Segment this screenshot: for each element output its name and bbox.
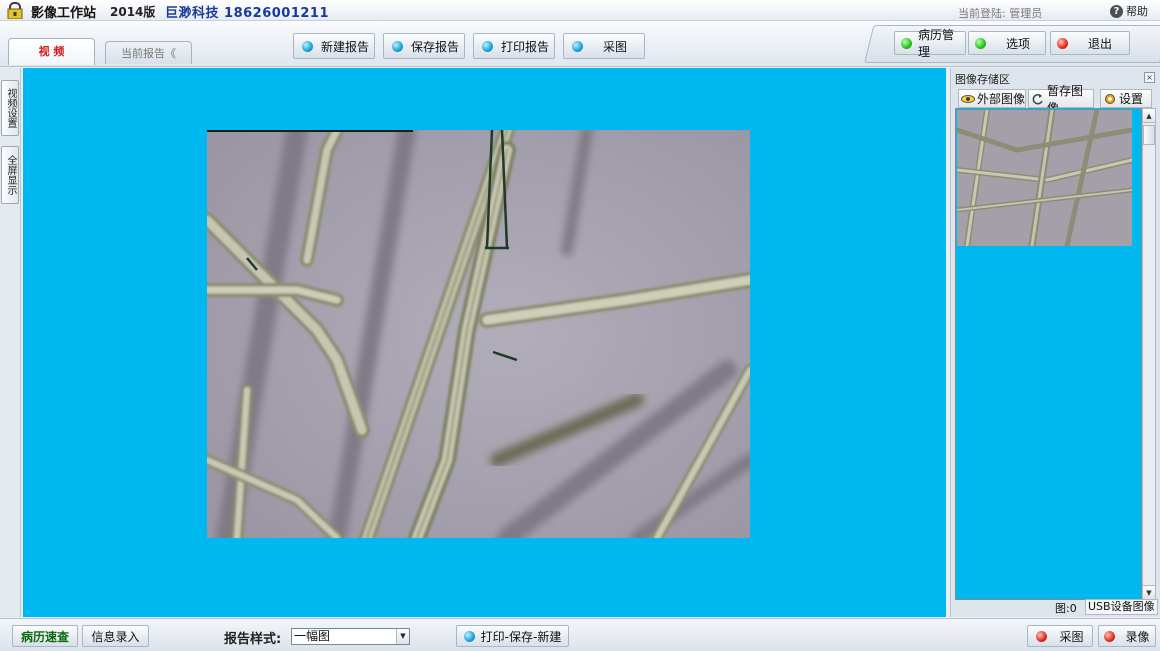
scroll-down-icon[interactable]: ▼ [1143, 585, 1155, 599]
print-report-icon [482, 40, 493, 52]
capture-label: 采图 [603, 39, 628, 54]
new-report-icon [302, 40, 313, 52]
settings-button[interactable]: 设置 [1100, 89, 1152, 108]
thumbnail-list[interactable] [955, 108, 1142, 600]
tab-current-report[interactable]: 当前报告《 [105, 41, 192, 64]
exit-icon [1057, 37, 1068, 49]
capture-button[interactable]: 采图 [563, 33, 645, 59]
external-images-label: 外部图像 [977, 92, 1026, 106]
image-storage-panel: 图像存储区 × 外部图像 暂存图像 设置 [950, 68, 1160, 617]
print-save-new-icon [463, 630, 475, 642]
options-icon [975, 37, 986, 49]
bottom-capture-label: 采图 [1059, 629, 1084, 644]
main-toolbar: 视 频 当前报告《 新建报告 保存报告 打印报告 采图 病历管理 选项 退出 [0, 21, 1160, 67]
usb-source-tag[interactable]: USB设备图像 [1085, 599, 1158, 615]
login-status: 当前登陆: 管理员 [958, 7, 1043, 20]
help-icon: ? [1110, 4, 1123, 18]
tab-video-settings[interactable]: 视频设置 [1, 80, 19, 136]
report-style-value: 一幅图 [294, 629, 331, 643]
image-count: 图:0 [1055, 602, 1077, 615]
print-save-new-button[interactable]: 打印-保存-新建 [456, 625, 569, 647]
microscope-image [207, 130, 750, 538]
temp-images-button[interactable]: 暂存图像 [1028, 84, 1094, 115]
help-label: 帮助 [1126, 5, 1148, 18]
app-version: 2014版 [110, 5, 156, 19]
records-management-button[interactable]: 病历管理 [894, 28, 966, 59]
scroll-thumb[interactable] [1143, 125, 1155, 145]
tab-video[interactable]: 视 频 [8, 38, 95, 65]
save-report-label: 保存报告 [411, 39, 460, 54]
print-report-label: 打印报告 [501, 39, 550, 54]
close-icon[interactable]: × [1144, 72, 1155, 83]
options-button[interactable]: 选项 [968, 31, 1046, 55]
quick-records-button[interactable]: 病历速查 [12, 625, 78, 647]
print-save-new-label: 打印-保存-新建 [480, 629, 562, 644]
new-report-button[interactable]: 新建报告 [293, 33, 375, 59]
help-button[interactable]: ? 帮助 [1110, 3, 1148, 19]
info-entry-button[interactable]: 信息录入 [82, 625, 149, 647]
scroll-up-icon[interactable]: ▲ [1143, 109, 1155, 123]
bottom-capture-icon [1036, 630, 1048, 642]
image-thumbnail[interactable] [957, 110, 1132, 246]
title-bar: 影像工作站 2014版 巨渺科技 18626001211 当前登陆: 管理员 ?… [0, 0, 1160, 21]
storage-panel-title: 图像存储区 [955, 73, 1010, 86]
records-management-icon [901, 37, 912, 49]
refresh-icon [1032, 93, 1043, 104]
bottom-capture-button[interactable]: 采图 [1027, 625, 1093, 647]
record-video-icon [1104, 630, 1116, 642]
video-preview-area[interactable] [23, 68, 946, 617]
app-title: 影像工作站 [31, 6, 97, 21]
bottom-bar: 病历速查 信息录入 报告样式: 一幅图 ▼ 打印-保存-新建 采图 录像 [0, 618, 1160, 651]
options-label: 选项 [1006, 36, 1031, 51]
gear-icon [1105, 93, 1115, 104]
record-video-button[interactable]: 录像 [1098, 625, 1156, 647]
report-style-label: 报告样式: [224, 632, 282, 647]
exit-button[interactable]: 退出 [1050, 31, 1130, 55]
lock-icon [7, 2, 23, 19]
tab-fullscreen[interactable]: 全屏显示 [1, 146, 19, 204]
report-style-select[interactable]: 一幅图 ▼ [291, 628, 410, 645]
print-report-button[interactable]: 打印报告 [473, 33, 555, 59]
save-report-button[interactable]: 保存报告 [383, 33, 465, 59]
thumbnail-scrollbar[interactable]: ▲ ▼ [1142, 108, 1156, 600]
eye-icon [961, 94, 975, 103]
capture-icon [572, 40, 583, 52]
settings-label: 设置 [1119, 92, 1144, 106]
external-images-button[interactable]: 外部图像 [958, 89, 1026, 108]
exit-label: 退出 [1088, 36, 1113, 51]
left-tab-strip: 视频设置 全屏显示 [0, 68, 21, 617]
new-report-label: 新建报告 [321, 39, 370, 54]
record-video-label: 录像 [1125, 629, 1150, 644]
chevron-down-icon[interactable]: ▼ [396, 629, 409, 644]
save-report-icon [392, 40, 403, 52]
records-management-label: 病历管理 [918, 28, 955, 59]
company-info: 巨渺科技 18626001211 [165, 6, 330, 21]
